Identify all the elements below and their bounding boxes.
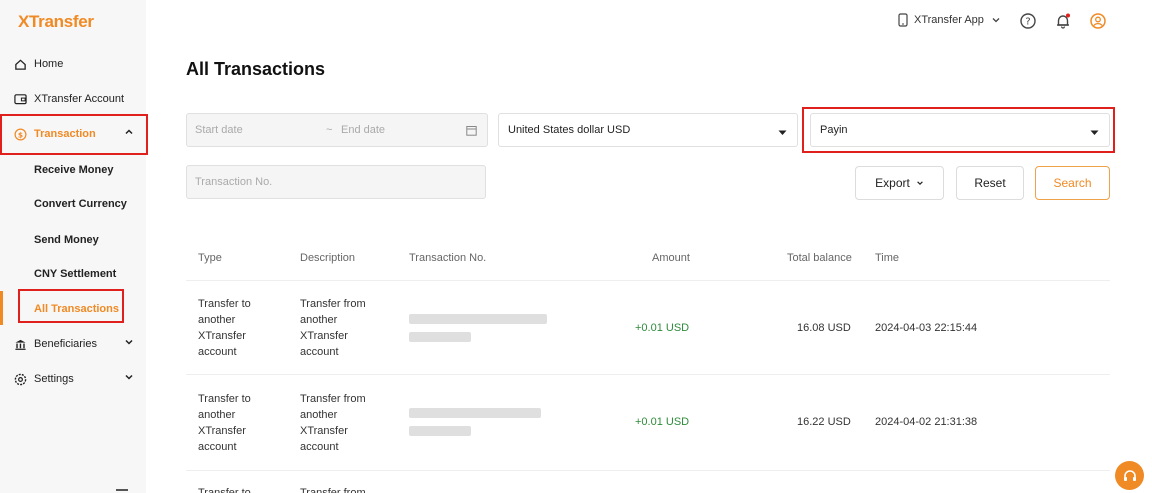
reset-button[interactable]: Reset	[956, 166, 1024, 200]
calendar-icon	[466, 125, 477, 139]
caret-down-icon	[778, 127, 787, 139]
sidebar-subitem-send[interactable]: Send Money	[34, 234, 99, 246]
sidebar-subitem-cny[interactable]: CNY Settlement	[34, 268, 116, 280]
cell-amount: +0.01 USD	[635, 322, 690, 334]
date-separator: ~	[326, 124, 333, 136]
search-button[interactable]: Search	[1035, 166, 1110, 200]
chevron-down-icon	[991, 15, 1001, 25]
active-indicator	[0, 291, 3, 325]
sidebar-item-label: XTransfer Account	[34, 93, 125, 105]
cell-time: 2024-04-03 22:15:44	[875, 322, 978, 334]
customer-support-button[interactable]	[1115, 461, 1144, 490]
gear-icon	[13, 372, 27, 386]
date-range-picker[interactable]: Start date ~ End date	[186, 113, 488, 147]
transaction-no-placeholder: Transaction No.	[195, 176, 273, 188]
export-button[interactable]: Export	[855, 166, 944, 200]
sidebar-item-account[interactable]: XTransfer Account	[0, 82, 146, 116]
highlight-box-all-transactions	[18, 289, 124, 323]
highlight-box-type-select	[802, 107, 1115, 153]
highlight-box-transaction	[0, 114, 148, 155]
app-download-link[interactable]: XTransfer App	[898, 13, 1001, 27]
column-header-amount: Amount	[652, 252, 690, 264]
headset-icon	[1122, 468, 1138, 484]
cell-balance: 16.22 USD	[797, 416, 851, 428]
bank-icon	[13, 337, 27, 351]
cell-balance: 16.08 USD	[797, 322, 851, 334]
end-date-input[interactable]: End date	[341, 124, 385, 136]
column-header-time: Time	[875, 252, 900, 264]
export-label: Export	[875, 176, 910, 190]
table-header-divider	[186, 280, 1110, 281]
row-divider	[186, 374, 1110, 375]
collapse-handle[interactable]	[116, 489, 128, 491]
cell-type: Transfer to	[198, 487, 251, 493]
transaction-no-input[interactable]: Transaction No.	[186, 165, 486, 199]
sidebar-subitem-convert[interactable]: Convert Currency	[34, 198, 127, 210]
cell-description: Transfer from another XTransfer account	[300, 393, 366, 453]
column-header-transaction-no: Transaction No.	[409, 252, 487, 264]
sidebar-item-label: Home	[34, 58, 64, 70]
sidebar-item-beneficiaries[interactable]: Beneficiaries	[0, 327, 146, 361]
brand-logo: XTransfer	[18, 12, 94, 31]
start-date-input[interactable]: Start date	[195, 124, 243, 136]
sidebar-item-label: Settings	[34, 373, 74, 385]
cell-type: Transfer to another XTransfer account	[198, 298, 251, 358]
cell-description: Transfer from	[300, 487, 366, 493]
redacted-transaction-no	[409, 332, 471, 342]
cell-amount: +0.01 USD	[635, 416, 690, 428]
cell-type: Transfer to another XTransfer account	[198, 393, 251, 453]
svg-text:?: ?	[1025, 17, 1030, 28]
chevron-down-icon	[124, 372, 134, 385]
row-divider	[186, 470, 1110, 471]
user-avatar-icon[interactable]	[1089, 12, 1107, 30]
column-header-description: Description	[300, 252, 356, 264]
currency-select-value: United States dollar USD	[508, 124, 631, 136]
sidebar-item-home[interactable]: Home	[0, 47, 146, 81]
redacted-transaction-no	[409, 426, 471, 436]
column-header-total-balance: Total balance	[787, 252, 852, 264]
home-icon	[13, 57, 27, 71]
help-icon[interactable]: ?	[1019, 12, 1037, 30]
chevron-down-icon	[124, 337, 134, 350]
page-title: All Transactions	[186, 59, 326, 79]
bell-icon[interactable]	[1054, 12, 1072, 30]
cell-description: Transfer from another XTransfer account	[300, 298, 366, 358]
currency-select[interactable]: United States dollar USD	[498, 113, 798, 147]
sidebar-subitem-receive[interactable]: Receive Money	[34, 164, 113, 176]
sidebar-item-settings[interactable]: Settings	[0, 362, 146, 396]
column-header-type: Type	[198, 252, 222, 264]
chevron-down-icon	[916, 179, 924, 187]
redacted-transaction-no	[409, 314, 547, 324]
cell-time: 2024-04-02 21:31:38	[875, 416, 978, 428]
sidebar-item-label: Beneficiaries	[34, 338, 97, 350]
sidebar: XTransfer Home XTransfer Account $ Trans…	[0, 0, 146, 493]
phone-icon	[898, 13, 908, 27]
redacted-transaction-no	[409, 408, 541, 418]
wallet-icon	[13, 92, 27, 106]
app-link-label: XTransfer App	[914, 14, 984, 26]
